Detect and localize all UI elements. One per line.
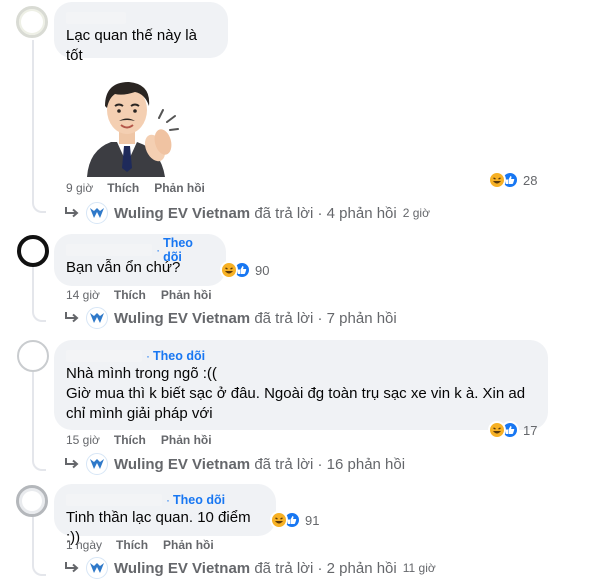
comment-actions: 15 giờ Thích Phản hồi (66, 433, 227, 447)
clapping-man-sticker (87, 82, 179, 177)
haha-reaction-icon (220, 261, 238, 279)
replies-link[interactable]: Wuling EV Vietnam đã trả lời · 7 phản hồ… (64, 307, 397, 329)
follow-button[interactable]: Theo dõi (173, 493, 225, 507)
comment-actions: 1 ngày Thích Phản hồi (66, 538, 229, 552)
haha-reaction-icon (488, 421, 506, 439)
thread-line (32, 372, 34, 461)
haha-reaction-icon (488, 171, 506, 189)
thread-curve (32, 562, 46, 576)
like-action[interactable]: Thích (116, 538, 148, 552)
reply-page-name: Wuling EV Vietnam (114, 204, 251, 222)
thread-curve (32, 308, 46, 322)
reply-summary: đã trả lời · 16 phản hồi (254, 455, 406, 473)
redacted-name (66, 244, 153, 256)
avatar[interactable] (17, 235, 49, 267)
reply-summary: đã trả lời · 7 phản hồi (254, 309, 397, 327)
page-logo-icon (86, 453, 108, 475)
comment-text: Lạc quan thế này là tốt (66, 27, 202, 64)
comment-bubble: Lạc quan thế này là tốt (54, 2, 228, 64)
reply-action[interactable]: Phản hồi (161, 433, 212, 447)
replies-link[interactable]: Wuling EV Vietnam đã trả lời · 4 phản hồ… (64, 202, 430, 224)
comment-time[interactable]: 9 giờ (66, 181, 93, 195)
thread-line (32, 516, 34, 566)
thread-line (32, 40, 34, 203)
separator-dot: · (166, 493, 170, 507)
redacted-name (66, 12, 126, 24)
reply-page-name: Wuling EV Vietnam (114, 309, 251, 327)
like-action[interactable]: Thích (107, 181, 139, 195)
reaction-summary[interactable]: 17 (488, 421, 537, 439)
comment-bubble: · Theo dõi Bạn vẫn ổn chứ? (54, 234, 226, 286)
separator-dot: · (146, 349, 150, 363)
follow-button[interactable]: Theo dõi (153, 349, 205, 363)
comment-author[interactable]: · Theo dõi (66, 492, 264, 508)
page-logo-icon (86, 202, 108, 224)
haha-reaction-icon (270, 511, 288, 529)
reaction-summary[interactable]: 28 (488, 171, 537, 189)
redacted-name (66, 494, 162, 506)
reply-action[interactable]: Phản hồi (154, 181, 205, 195)
reply-summary: đã trả lời · 2 phản hồi (254, 559, 397, 577)
avatar[interactable] (17, 340, 49, 372)
reply-time: 2 giờ (402, 206, 430, 220)
reply-arrow-icon (64, 311, 86, 325)
thread-curve (32, 457, 46, 471)
page-logo-icon (86, 557, 108, 579)
avatar[interactable] (16, 6, 48, 38)
reaction-summary[interactable]: 91 (270, 511, 319, 529)
replies-link[interactable]: Wuling EV Vietnam đã trả lời · 2 phản hồ… (64, 557, 436, 579)
comment-time[interactable]: 14 giờ (66, 288, 100, 302)
thread-line (32, 266, 34, 311)
separator-dot: · (156, 243, 161, 257)
like-action[interactable]: Thích (114, 288, 146, 302)
reaction-count: 90 (255, 262, 270, 278)
comment-author[interactable] (66, 10, 216, 26)
comment-author[interactable]: · Theo dõi (66, 236, 214, 264)
comment-bubble: · Theo dõi Nhà mình trong ngõ :(( Giờ mu… (54, 340, 548, 430)
reaction-count: 28 (523, 172, 538, 188)
like-action[interactable]: Thích (114, 433, 146, 447)
reaction-count: 91 (305, 512, 320, 528)
reaction-summary[interactable]: 90 (220, 261, 269, 279)
reply-action[interactable]: Phản hồi (163, 538, 214, 552)
comment-author[interactable]: · Theo dõi (66, 348, 536, 364)
thread-curve (32, 199, 46, 213)
reply-arrow-icon (64, 561, 86, 575)
comment-bubble: · Theo dõi Tinh thần lạc quan. 10 điểm :… (54, 484, 276, 546)
comment-text: Nhà mình trong ngõ :(( Giờ mua thì k biế… (66, 365, 526, 422)
reply-arrow-icon (64, 457, 86, 471)
comment-actions: 14 giờ Thích Phản hồi (66, 288, 227, 302)
reply-action[interactable]: Phản hồi (161, 288, 212, 302)
comment-time[interactable]: 15 giờ (66, 433, 100, 447)
page-logo-icon (86, 307, 108, 329)
redacted-name (66, 350, 142, 362)
reaction-count: 17 (523, 422, 538, 438)
reply-time: 11 giờ (402, 561, 436, 575)
reply-page-name: Wuling EV Vietnam (114, 455, 251, 473)
avatar[interactable] (16, 485, 48, 517)
reply-page-name: Wuling EV Vietnam (114, 559, 251, 577)
reply-summary: đã trả lời · 4 phản hồi (254, 204, 397, 222)
comment-time[interactable]: 1 ngày (66, 538, 102, 552)
reply-arrow-icon (64, 206, 86, 220)
comment-actions: 9 giờ Thích Phản hồi (66, 181, 220, 195)
replies-link[interactable]: Wuling EV Vietnam đã trả lời · 16 phản h… (64, 453, 405, 475)
